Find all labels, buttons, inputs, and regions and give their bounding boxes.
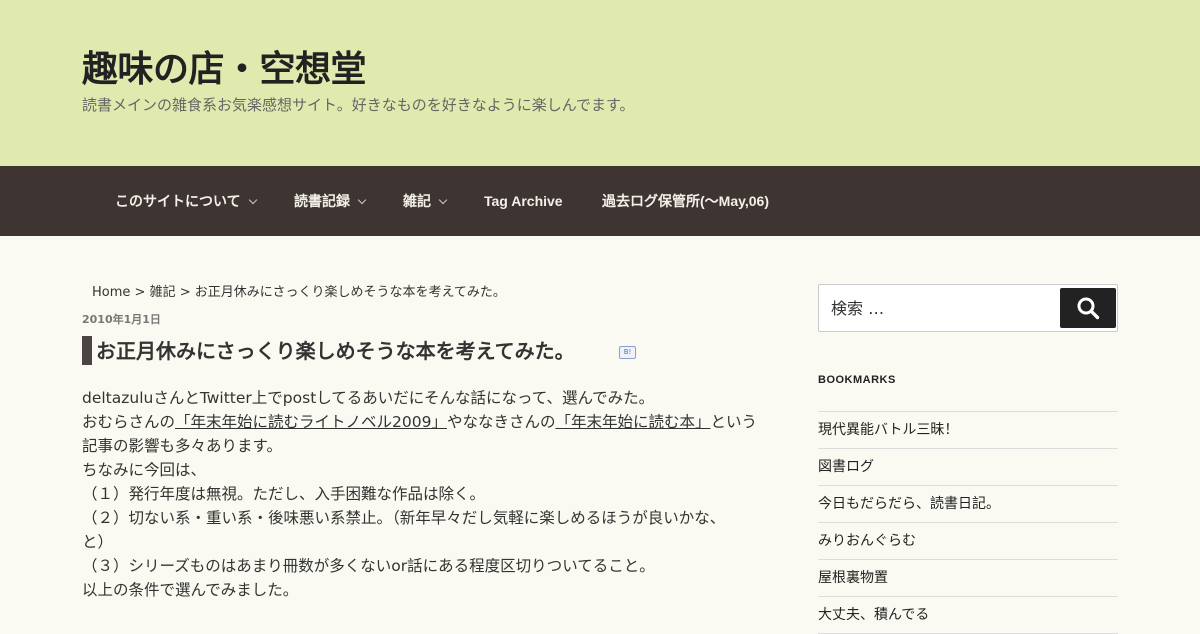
breadcrumb: Home > 雑記 > お正月休みにさっくり楽しめそうな本を考えてみた。 [92,283,506,303]
post-date[interactable]: 2010年1月1日 [82,312,161,328]
post-link-year-end-books[interactable]: 「年末年始に読む本」 [555,413,710,431]
post-text: おむらさんの [82,413,176,431]
post-line: と） [82,533,114,551]
nav-item-misc[interactable]: 雑記 [403,166,448,236]
nav-item-label: 雑記 [403,193,431,209]
post-line: 以上の条件で選んでみました。 [82,581,299,599]
nav-item-label: 過去ログ保管所(～May,06) [602,193,769,209]
post-title: お正月休みにさっくり楽しめそうな本を考えてみた。 [96,339,575,363]
title-accent-bar [82,336,92,365]
post-text: やななきさんの [446,413,556,431]
post-line: 記事の影響も多々あります。 [82,437,282,455]
post-text: という [710,413,758,431]
nav-item-about[interactable]: このサイトについて [115,166,257,236]
nav-item-tag-archive[interactable]: Tag Archive [484,166,563,236]
bookmark-item[interactable]: みりおんぐらむ [818,523,1118,560]
bookmarks-list: 現代異能バトル三昧！ 図書ログ 今日もだらだら、読書日記。 みりおんぐらむ 屋根… [818,411,1118,634]
breadcrumb-home[interactable]: Home [92,285,130,300]
search-form [818,284,1118,332]
post-line: deltazuluさんとTwitter上でpostしてるあいだにそんな話になって… [82,389,655,407]
search-button[interactable] [1060,288,1116,328]
nav-item-label: Tag Archive [484,193,563,209]
breadcrumb-separator: > [175,285,195,300]
bookmark-item[interactable]: 今日もだらだら、読書日記。 [818,486,1118,523]
main-navigation: このサイトについて 読書記録 雑記 Tag Archive 過去ログ保管所(～M… [0,166,1200,236]
post-body: deltazuluさんとTwitter上でpostしてるあいだにそんな話になって… [82,386,782,602]
post-line: おむらさんの「年末年始に読むライトノベル2009」やななきさんの「年末年始に読む… [82,410,782,434]
chevron-down-icon [248,195,257,205]
breadcrumb-current: お正月休みにさっくり楽しめそうな本を考えてみた。 [194,285,506,300]
breadcrumb-separator: > [130,285,150,300]
hatena-bookmark-icon[interactable]: B! [619,346,636,359]
post-line: （１）発行年度は無視。ただし、入手困難な作品は除く。 [82,485,486,503]
chevron-down-icon [438,195,448,205]
nav-item-label: 読書記録 [294,193,350,209]
nav-item-reading-log[interactable]: 読書記録 [294,166,367,236]
bookmarks-title: BOOKMARKS [818,374,896,386]
post-link-lightnovel-2009[interactable]: 「年末年始に読むライトノベル2009」 [175,413,447,431]
bookmark-item[interactable]: 図書ログ [818,449,1118,486]
nav-item-past-logs[interactable]: 過去ログ保管所(～May,06) [602,166,769,236]
site-description: 読書メインの雑食系お気楽感想サイト。好きなものを好きなように楽しんでます。 [82,96,635,114]
chevron-down-icon [357,195,367,205]
bookmark-item[interactable]: 現代異能バトル三昧！ [818,412,1118,449]
nav-item-label: このサイトについて [115,193,241,209]
post-line: （３）シリーズものはあまり冊数が多くないor話にある程度区切りついてること。 [82,557,655,575]
bookmark-item[interactable]: 屋根裏物置 [818,560,1118,597]
post-line: （２）切ない系・重い系・後味悪い系禁止。（新年早々だし気軽に楽しめるほうが良いか… [82,509,726,527]
search-icon [1077,297,1100,320]
post-line: ちなみに今回は、 [82,461,207,479]
site-title[interactable]: 趣味の店・空想堂 [82,44,367,96]
bookmark-item[interactable]: 大丈夫、積んでる [818,597,1118,634]
site-header: 趣味の店・空想堂 読書メインの雑食系お気楽感想サイト。好きなものを好きなように楽… [0,0,1200,166]
breadcrumb-category[interactable]: 雑記 [150,285,176,300]
search-input[interactable] [819,285,1049,331]
